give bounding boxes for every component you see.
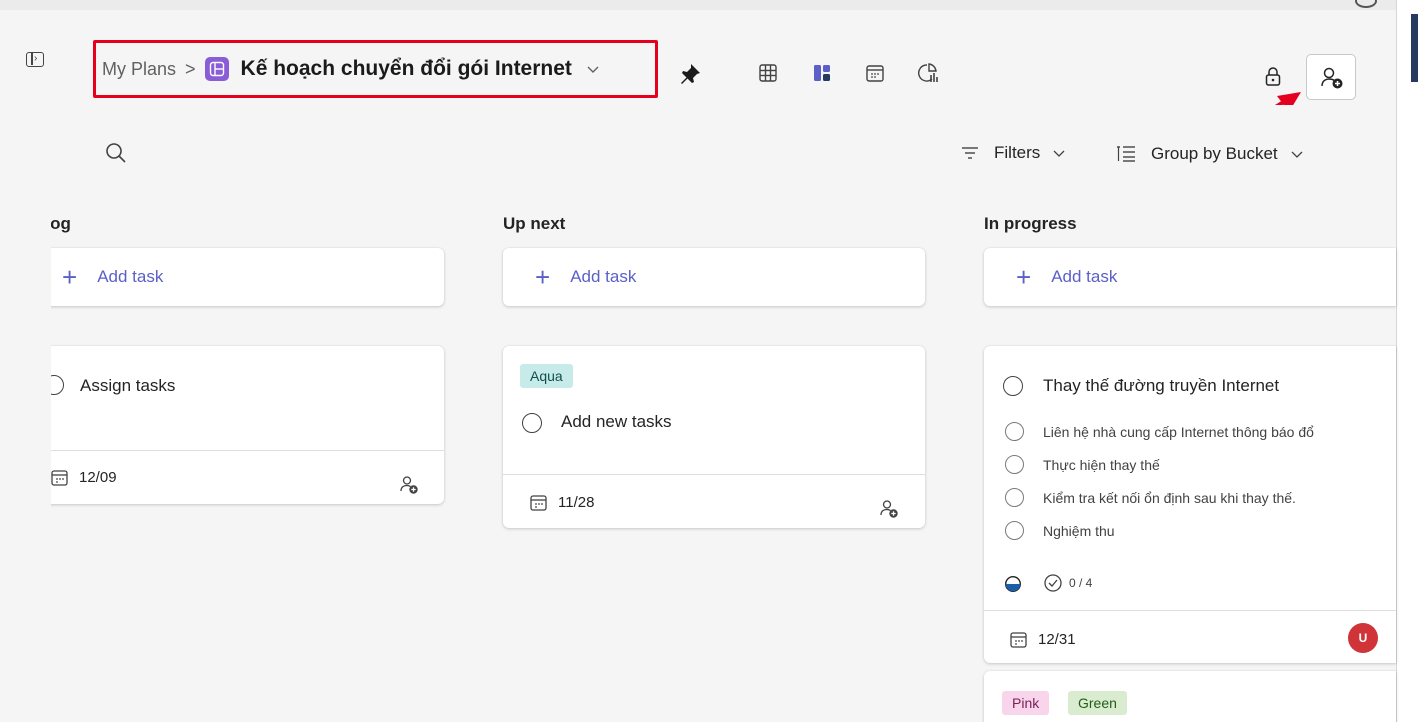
- right-panel-edge: [1396, 0, 1418, 722]
- checklist-item[interactable]: Kiểm tra kết nối ổn định sau khi thay th…: [1005, 488, 1296, 507]
- left-rail: [0, 190, 51, 722]
- group-list-icon: [1117, 146, 1135, 162]
- checklist-item-text: Thực hiện thay thế: [1043, 456, 1160, 473]
- task-card-assign-tasks[interactable]: Assign tasks 12/09: [30, 346, 444, 504]
- filters-button[interactable]: Filters: [960, 143, 1066, 163]
- add-task-button[interactable]: + Add task: [984, 248, 1396, 306]
- group-by-button[interactable]: Group by Bucket: [1115, 143, 1304, 165]
- calendar-icon: [51, 470, 68, 486]
- lock-icon[interactable]: [1262, 65, 1284, 87]
- label-aqua: Aqua: [520, 364, 573, 388]
- plan-icon: [204, 57, 229, 81]
- chevron-down-icon[interactable]: [586, 62, 600, 76]
- complete-task-circle[interactable]: [1003, 376, 1023, 396]
- complete-task-circle[interactable]: [522, 413, 542, 433]
- checklist-item-text: Nghiệm thu: [1043, 522, 1115, 539]
- add-member-button[interactable]: [1306, 54, 1356, 100]
- search-icon[interactable]: [104, 141, 128, 165]
- card-divider: [30, 450, 444, 451]
- task-card-thay-the-duong-truyen[interactable]: Thay thế đường truyền Internet Liên hệ n…: [984, 346, 1396, 663]
- add-task-label: Add task: [1051, 267, 1118, 286]
- add-task-button[interactable]: + Add task: [503, 248, 925, 306]
- check-circle-icon: [1044, 574, 1062, 592]
- calendar-icon: [530, 495, 547, 511]
- task-title: Assign tasks: [80, 376, 176, 395]
- checklist-item[interactable]: Thực hiện thay thế: [1005, 455, 1160, 474]
- window-top-strip: [0, 0, 1418, 10]
- due-date-text: 12/09: [79, 469, 117, 486]
- bucket-title-in-progress: In progress: [984, 214, 1077, 233]
- window-knob: [1355, 0, 1377, 8]
- filter-icon: [962, 147, 978, 159]
- card-divider: [503, 474, 925, 475]
- checklist-circle[interactable]: [1005, 422, 1024, 441]
- task-board: klog + Add task Assign tasks 12/09 Up ne…: [0, 190, 1396, 722]
- charts-view-icon[interactable]: [917, 62, 939, 84]
- board-toolbar: Filters Group by Bucket: [0, 105, 1396, 190]
- calendar-icon: [1010, 632, 1027, 648]
- assign-person-icon[interactable]: [398, 474, 420, 496]
- due-date[interactable]: 12/09: [50, 468, 117, 487]
- due-date-text: 11/28: [558, 494, 595, 511]
- checklist-circle[interactable]: [1005, 488, 1024, 507]
- assign-person-icon[interactable]: [878, 498, 900, 520]
- right-accent-bar: [1411, 14, 1418, 82]
- checklist-progress-text: 0 / 4: [1069, 576, 1093, 590]
- task-title: Thay thế đường truyền Internet: [1043, 376, 1280, 395]
- filters-label: Filters: [994, 143, 1041, 162]
- checklist-circle[interactable]: [1005, 521, 1024, 540]
- checklist-item-text: Kiểm tra kết nối ổn định sau khi thay th…: [1043, 489, 1296, 506]
- task-card-add-new-tasks[interactable]: Aqua Add new tasks 11/28: [503, 346, 925, 528]
- avatar[interactable]: U: [1348, 623, 1378, 653]
- due-date-text: 12/31: [1038, 631, 1076, 648]
- checklist-item-text: Liên hệ nhà cung cấp Internet thông báo …: [1043, 423, 1314, 440]
- label-pink: Pink: [1002, 691, 1050, 715]
- add-task-button[interactable]: + Add task: [30, 248, 444, 306]
- checklist-item[interactable]: Nghiệm thu: [1005, 521, 1115, 540]
- task-title: Add new tasks: [561, 412, 672, 431]
- breadcrumb-my-plans[interactable]: My Plans: [102, 59, 176, 80]
- schedule-view-icon[interactable]: [864, 62, 886, 84]
- due-date[interactable]: 11/28: [529, 493, 594, 512]
- due-date[interactable]: 12/31: [1009, 630, 1076, 649]
- card-divider: [984, 610, 1396, 611]
- pin-icon[interactable]: [678, 62, 702, 86]
- add-task-label: Add task: [97, 267, 164, 286]
- label-green: Green: [1068, 691, 1127, 715]
- plus-icon: +: [62, 262, 78, 292]
- breadcrumb-separator: >: [185, 58, 196, 79]
- person-add-icon: [1321, 67, 1343, 89]
- group-by-label: Group by Bucket: [1151, 144, 1278, 163]
- plus-icon: +: [535, 262, 551, 292]
- sidebar-toggle-icon[interactable]: ›: [26, 52, 44, 67]
- plus-icon: +: [1016, 262, 1032, 292]
- chevron-down-icon: [1053, 150, 1065, 157]
- breadcrumb: My Plans > Kế hoạch chuyển đổi gói Inter…: [93, 40, 658, 98]
- bucket-title-up-next: Up next: [503, 214, 566, 233]
- checklist-circle[interactable]: [1005, 455, 1024, 474]
- plan-header: › My Plans > Kế hoạch chuyển đổi gói Int…: [0, 10, 1396, 136]
- checklist-progress: 0 / 4: [1043, 573, 1092, 593]
- grid-view-icon[interactable]: [757, 62, 779, 84]
- progress-half-icon: [1004, 575, 1022, 593]
- chevron-down-icon: [1291, 151, 1303, 158]
- board-view-icon[interactable]: [811, 62, 833, 84]
- add-task-label: Add task: [570, 267, 637, 286]
- checklist-item[interactable]: Liên hệ nhà cung cấp Internet thông báo …: [1005, 422, 1314, 441]
- task-card-labels[interactable]: Pink Green: [984, 671, 1396, 722]
- page-title[interactable]: Kế hoạch chuyển đổi gói Internet: [241, 57, 572, 81]
